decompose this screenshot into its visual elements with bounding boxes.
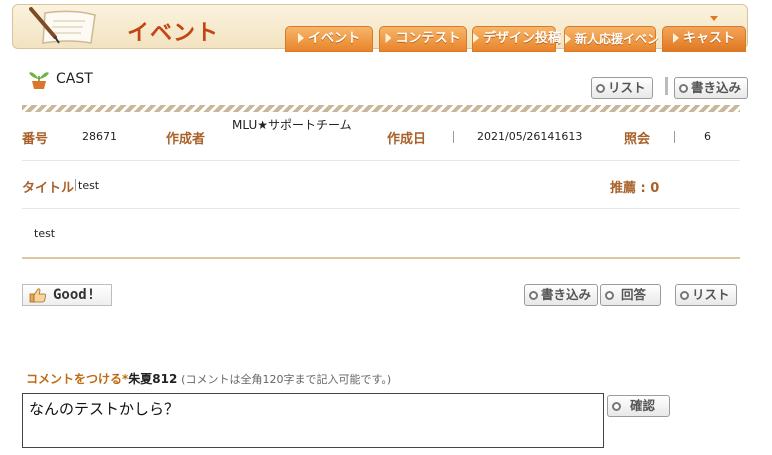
post-body: test (34, 227, 56, 240)
list-button-top[interactable]: リスト (591, 77, 653, 99)
views-label: 照会 (624, 132, 651, 147)
post-info-row: 番号 28671 作成者 MLU★サポートチーム 作成日 2021/05/261… (22, 114, 740, 161)
striped-divider (22, 105, 740, 112)
comment-prompt: コメントをつける*朱夏812 (コメントは全角120字まで記入可能です。) (26, 370, 391, 387)
comment-note: (コメントは全角120字まで記入可能です。) (181, 373, 392, 386)
thumbs-up-icon (29, 288, 46, 303)
post-title: test (78, 179, 100, 192)
active-tab-indicator (710, 16, 718, 21)
separator (75, 179, 76, 191)
date-label: 作成日 (387, 132, 427, 147)
post-date: 2021/05/26141613 (477, 130, 583, 143)
separator (674, 131, 675, 143)
bullet-icon (680, 290, 689, 300)
post-author[interactable]: MLU★サポートチーム (232, 116, 362, 134)
bullet-icon (612, 401, 621, 411)
event-header: イベント イベント コンテスト デザイン投稿 新人応援イベント キャスト (12, 4, 748, 52)
content-divider (22, 257, 740, 259)
comment-username: 朱夏812 (128, 372, 178, 386)
author-label: 作成者 (166, 132, 206, 147)
comment-input[interactable]: なんのテストかしら？ (22, 393, 604, 448)
write-button-top[interactable]: 書き込み (674, 77, 749, 99)
separator (453, 131, 454, 143)
reply-button[interactable]: 回答 (600, 284, 662, 306)
post-title-row: タイトル test 推薦 : 0 (22, 161, 740, 209)
recommend-count: 推薦 : 0 (610, 181, 660, 196)
bullet-icon (529, 290, 538, 300)
tab-design-post[interactable]: デザイン投稿 (472, 26, 561, 52)
write-button[interactable]: 書き込み (524, 284, 599, 306)
tab-contest[interactable]: コンテスト (379, 26, 467, 52)
tab-newcomer-event[interactable]: 新人応援イベント (564, 26, 671, 52)
good-button[interactable]: Good! (22, 284, 112, 306)
bullet-icon (596, 83, 605, 93)
tab-event[interactable]: イベント (285, 26, 373, 52)
confirm-button[interactable]: 確認 (607, 395, 671, 417)
title-label: タイトル (22, 181, 75, 196)
post-number: 28671 (82, 130, 117, 143)
separator (665, 77, 668, 95)
number-label: 番号 (22, 132, 49, 147)
sprout-pot-icon (29, 72, 49, 89)
quill-scroll-icon (29, 7, 96, 44)
bullet-icon (679, 83, 688, 93)
board-heading: CAST (28, 68, 93, 90)
bullet-icon (605, 290, 614, 300)
post-views: 6 (704, 130, 711, 143)
list-button[interactable]: リスト (675, 284, 737, 306)
board-name: CAST (56, 71, 93, 87)
comment-prompt-label: コメントをつける* (26, 372, 129, 386)
page-title: イベント (127, 21, 220, 46)
tab-cast[interactable]: キャスト (662, 26, 746, 52)
